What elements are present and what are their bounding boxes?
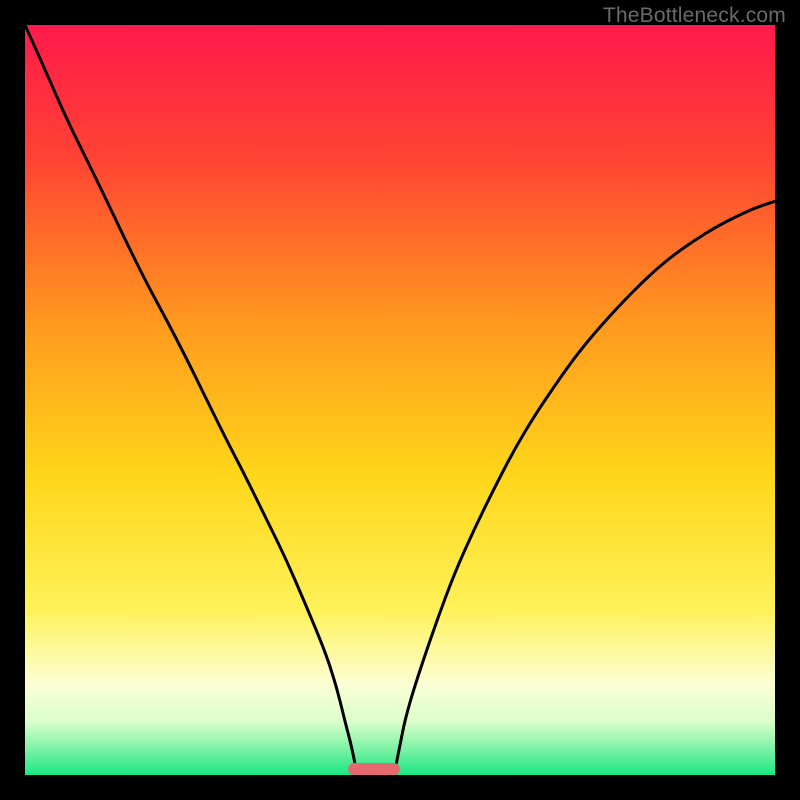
curve-right-branch [394, 201, 775, 775]
curve-layer [25, 25, 775, 775]
minimum-marker [348, 763, 401, 775]
chart-frame: TheBottleneck.com [0, 0, 800, 800]
curve-left-branch [25, 25, 357, 775]
plot-area [25, 25, 775, 775]
